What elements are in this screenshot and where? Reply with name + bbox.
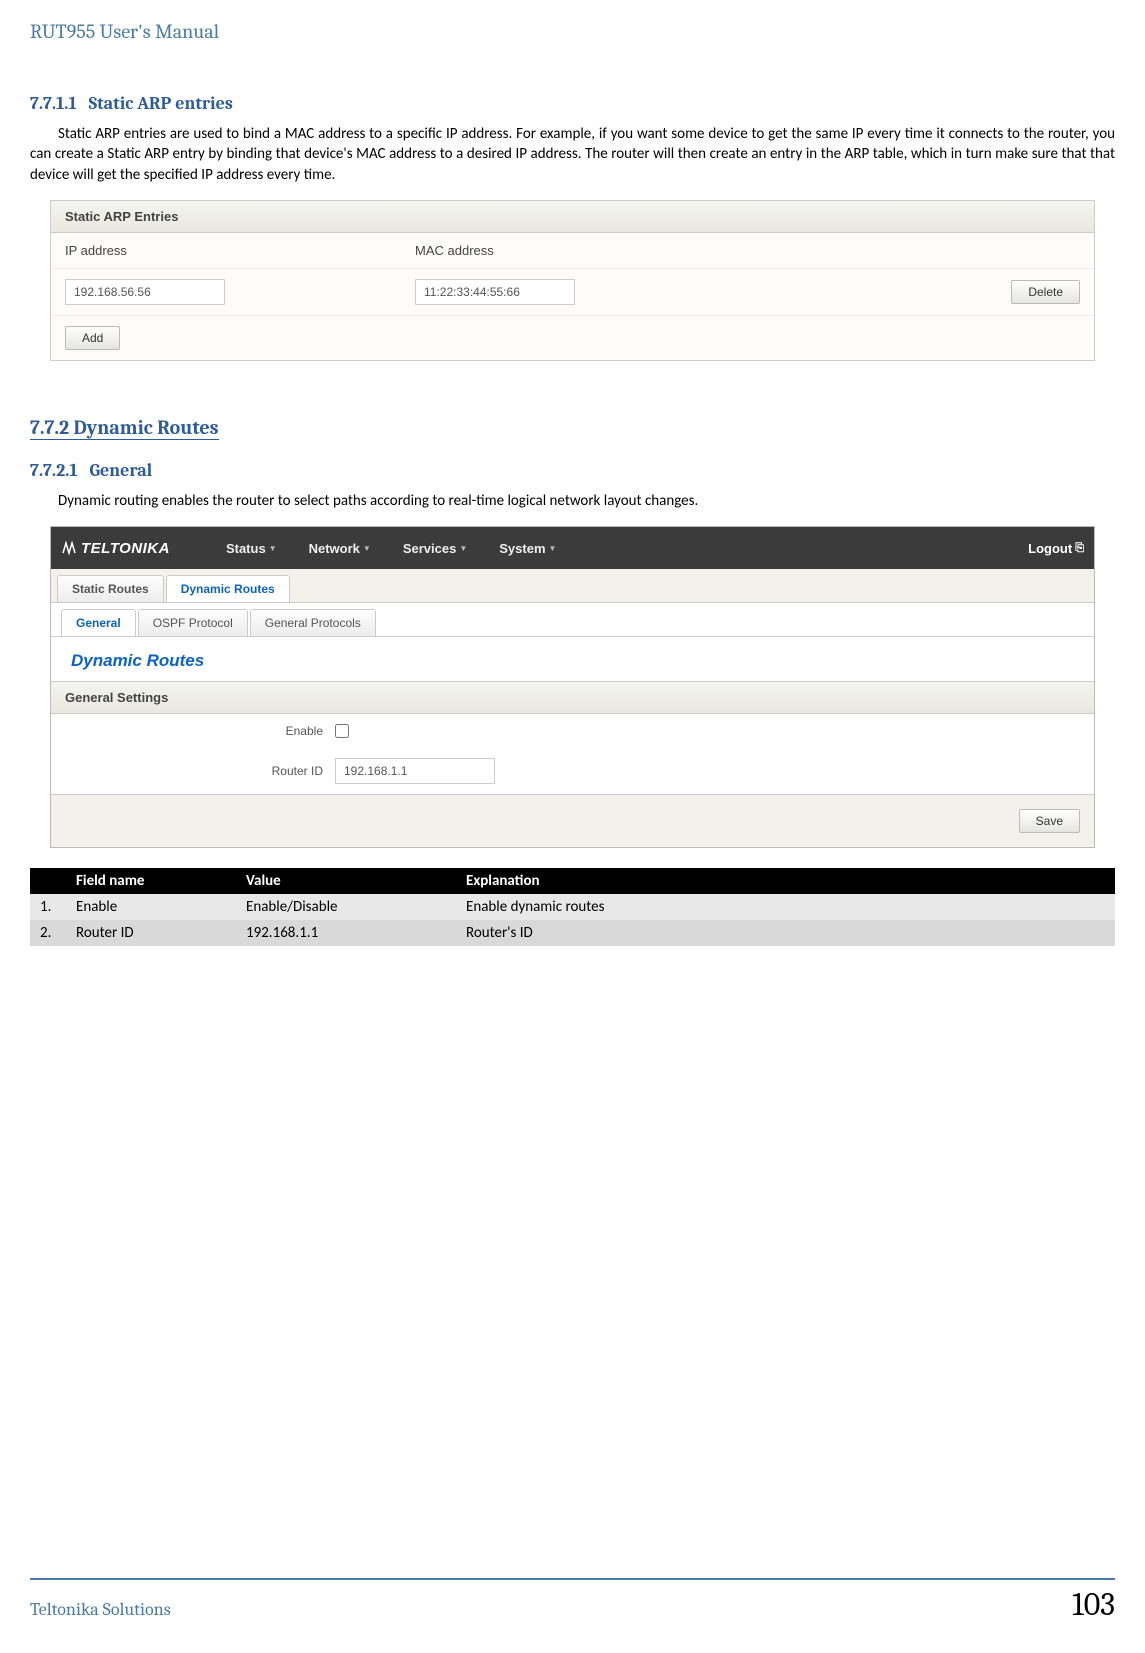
chevron-down-icon: ▼ xyxy=(549,544,557,553)
arp-add-row: Add xyxy=(51,316,1094,360)
brand-text: TELTONIKA xyxy=(81,540,170,557)
section-title: General xyxy=(89,460,152,481)
section-number: 7.7.2 xyxy=(30,416,69,439)
subtabs-row: General OSPF Protocol General Protocols xyxy=(51,603,1094,637)
enable-label: Enable xyxy=(65,724,335,738)
tabs-row: Static Routes Dynamic Routes xyxy=(51,569,1094,603)
chevron-down-icon: ▼ xyxy=(269,544,277,553)
cell-value: Enable/Disable xyxy=(236,894,456,920)
general-settings-header: General Settings xyxy=(51,681,1094,714)
section-heading-dynamic: 7.7.2 Dynamic Routes xyxy=(30,416,219,440)
router-id-input[interactable] xyxy=(335,758,495,784)
table-header-num xyxy=(30,868,66,894)
logout-link[interactable]: Logout ⎘ xyxy=(1028,541,1084,556)
field-definition-table: Field name Value Explanation 1. Enable E… xyxy=(30,868,1115,946)
brand-logo: TELTONIKA xyxy=(61,540,170,557)
router-ui-screenshot: TELTONIKA Status▼ Network▼ Services▼ Sys… xyxy=(50,526,1095,848)
footer-company: Teltonika Solutions xyxy=(30,1599,171,1620)
table-header-explanation: Explanation xyxy=(456,868,1115,894)
arp-paragraph: Static ARP entries are used to bind a MA… xyxy=(30,124,1115,185)
mac-header-label: MAC address xyxy=(415,243,494,258)
ip-address-input[interactable] xyxy=(65,279,225,305)
cell-explanation: Enable dynamic routes xyxy=(456,894,1115,920)
save-button[interactable]: Save xyxy=(1019,809,1080,833)
arp-screenshot-panel: Static ARP Entries IP address MAC addres… xyxy=(50,200,1095,361)
tab-static-routes[interactable]: Static Routes xyxy=(57,575,164,602)
router-navbar: TELTONIKA Status▼ Network▼ Services▼ Sys… xyxy=(51,527,1094,569)
chevron-down-icon: ▼ xyxy=(459,544,467,553)
brand-icon xyxy=(61,540,77,556)
nav-status[interactable]: Status▼ xyxy=(210,541,293,556)
page-footer: Teltonika Solutions 103 xyxy=(30,1578,1115,1623)
enable-checkbox[interactable] xyxy=(335,724,349,738)
delete-button[interactable]: Delete xyxy=(1011,280,1080,304)
cell-num: 1. xyxy=(30,894,66,920)
add-button[interactable]: Add xyxy=(65,326,120,350)
general-paragraph: Dynamic routing enables the router to se… xyxy=(30,491,1115,511)
cell-field: Router ID xyxy=(66,920,236,946)
subtab-protocols[interactable]: General Protocols xyxy=(250,609,376,636)
section-title: Dynamic Routes xyxy=(74,416,219,439)
nav-menu: Status▼ Network▼ Services▼ System▼ xyxy=(210,541,572,556)
arp-header-row: IP address MAC address xyxy=(51,233,1094,269)
footer-rule xyxy=(30,1578,1115,1580)
manual-title: RUT955 User's Manual xyxy=(30,20,1115,43)
router-id-label: Router ID xyxy=(65,764,335,778)
table-row: 2. Router ID 192.168.1.1 Router's ID xyxy=(30,920,1115,946)
section-number: 7.7.2.1 xyxy=(30,460,78,481)
section-number: 7.7.1.1 xyxy=(30,93,77,114)
mac-address-input[interactable] xyxy=(415,279,575,305)
cell-field: Enable xyxy=(66,894,236,920)
table-header-field: Field name xyxy=(66,868,236,894)
nav-system[interactable]: System▼ xyxy=(483,541,572,556)
cell-num: 2. xyxy=(30,920,66,946)
cell-value: 192.168.1.1 xyxy=(236,920,456,946)
section-title: Static ARP entries xyxy=(89,93,233,114)
section-heading-general: 7.7.2.1 General xyxy=(30,460,1115,481)
save-row: Save xyxy=(51,794,1094,847)
table-row: 1. Enable Enable/Disable Enable dynamic … xyxy=(30,894,1115,920)
page-title: Dynamic Routes xyxy=(51,637,1094,681)
subtab-ospf[interactable]: OSPF Protocol xyxy=(138,609,248,636)
section-heading-arp: 7.7.1.1 Static ARP entries xyxy=(30,93,1115,114)
cell-explanation: Router's ID xyxy=(456,920,1115,946)
router-id-row: Router ID xyxy=(51,748,1094,794)
nav-services[interactable]: Services▼ xyxy=(387,541,483,556)
subtab-general[interactable]: General xyxy=(61,609,136,636)
enable-row: Enable xyxy=(51,714,1094,748)
tab-dynamic-routes[interactable]: Dynamic Routes xyxy=(166,575,290,602)
arp-panel-title: Static ARP Entries xyxy=(51,201,1094,233)
chevron-down-icon: ▼ xyxy=(363,544,371,553)
nav-network[interactable]: Network▼ xyxy=(293,541,387,556)
page-number: 103 xyxy=(1072,1586,1115,1623)
arp-entry-row: Delete xyxy=(51,269,1094,316)
ip-header-label: IP address xyxy=(65,243,415,258)
logout-icon: ⎘ xyxy=(1075,542,1084,555)
table-header-value: Value xyxy=(236,868,456,894)
